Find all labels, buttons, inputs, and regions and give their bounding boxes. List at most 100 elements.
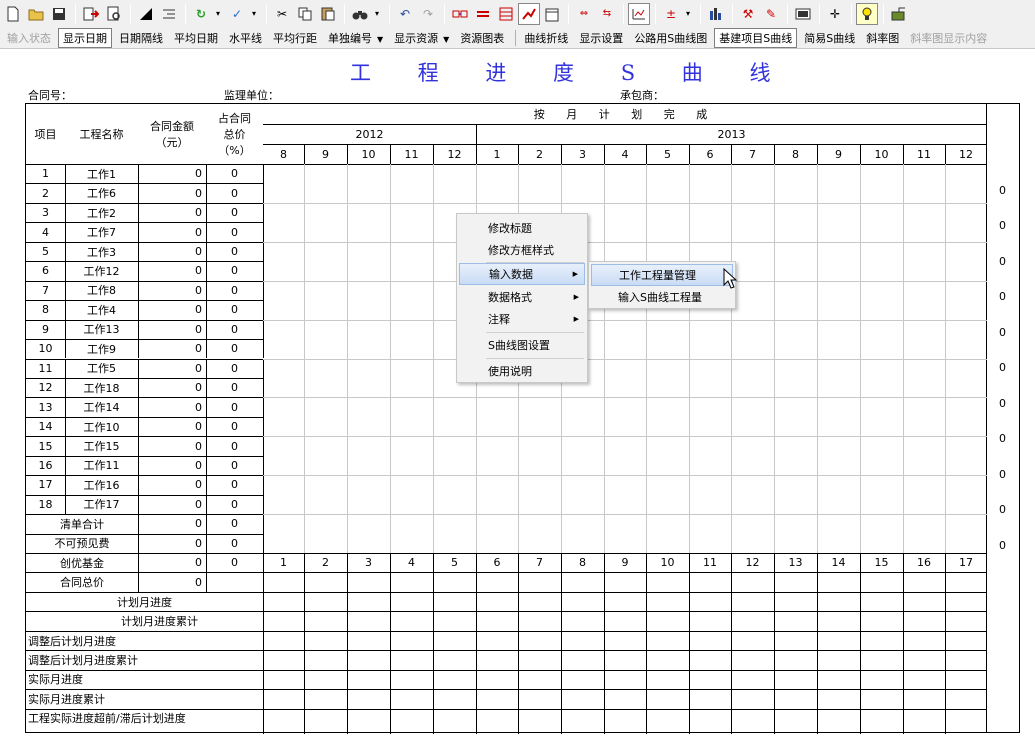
row-number[interactable]: 16 — [26, 456, 65, 475]
contract-amount[interactable]: 0 — [138, 359, 206, 378]
row-number[interactable]: 17 — [26, 475, 65, 494]
resource-chart-button[interactable]: 资源图表 — [456, 29, 508, 47]
percent-of-total[interactable]: 0 — [206, 339, 263, 358]
binoculars-icon[interactable] — [349, 3, 371, 25]
avg-date-button[interactable]: 平均日期 — [170, 29, 222, 47]
percent-of-total[interactable]: 0 — [206, 222, 263, 241]
percent-of-total[interactable]: 0 — [206, 495, 263, 514]
header-month[interactable]: 11 — [390, 144, 433, 164]
work-name[interactable]: 工作6 — [65, 183, 138, 202]
menu-annotation[interactable]: 注释 ▶ — [459, 308, 585, 330]
contract-amount[interactable]: 0 — [138, 339, 206, 358]
percent-of-total[interactable]: 0 — [206, 300, 263, 319]
export-icon[interactable] — [80, 3, 102, 25]
month-index[interactable]: 6 — [476, 553, 518, 572]
compass-icon[interactable]: ✛ — [824, 3, 846, 25]
row-number[interactable]: 5 — [26, 242, 65, 261]
triangle-tool-icon[interactable] — [135, 3, 157, 25]
minus-red-icon[interactable] — [472, 3, 494, 25]
progress-row-label[interactable]: 工程实际进度超前/滞后计划进度 — [26, 709, 263, 728]
contract-amount[interactable]: 0 — [138, 320, 206, 339]
curve-polyline-button[interactable]: 曲线折线 — [520, 29, 572, 47]
month-index[interactable]: 1 — [263, 553, 304, 572]
chart-check-icon[interactable] — [628, 2, 650, 25]
menu-edit-title[interactable]: 修改标题 — [459, 217, 585, 239]
month-index[interactable]: 7 — [518, 553, 561, 572]
percent-of-total[interactable]: 0 — [206, 203, 263, 222]
simple-s-curve-button[interactable]: 简易S曲线 — [800, 29, 859, 47]
chevron-down-icon[interactable]: ▾ — [372, 3, 382, 25]
month-index[interactable]: 11 — [689, 553, 731, 572]
indent-icon[interactable] — [158, 3, 180, 25]
menu-input-s-curve-qty[interactable]: 输入S曲线工程量 — [591, 286, 733, 308]
month-index[interactable]: 8 — [561, 553, 604, 572]
row-number[interactable]: 14 — [26, 417, 65, 436]
work-name[interactable]: 工作12 — [65, 261, 138, 280]
copy-icon[interactable] — [294, 3, 316, 25]
redo-icon[interactable]: ↷ — [417, 3, 439, 25]
contract-total-row-label[interactable]: 合同总价 — [26, 572, 138, 591]
progress-table[interactable]: 项目 工程名称 合同金额 （元） 占合同 总价 （%）按 月 计 划 完 成 2012 2013… — [25, 103, 987, 734]
month-index[interactable]: 9 — [604, 553, 646, 572]
contract-amount[interactable]: 0 — [138, 183, 206, 202]
row-number[interactable]: 12 — [26, 378, 65, 397]
menu-s-curve-settings[interactable]: S曲线图设置 — [459, 334, 585, 356]
row-number[interactable]: 2 — [26, 183, 65, 202]
header-month[interactable]: 1 — [476, 144, 518, 164]
individual-numbering-dropdown[interactable]: 单独编号 ▼ — [324, 29, 387, 47]
progress-row-label[interactable]: 计划月进度 — [26, 592, 263, 611]
header-month[interactable]: 8 — [263, 144, 304, 164]
pencil-chart-icon[interactable]: ✎ — [760, 3, 782, 25]
chevron-down-icon[interactable]: ▾ — [249, 3, 259, 25]
chevron-down-icon[interactable]: ▾ — [683, 3, 693, 25]
header-month[interactable]: 9 — [304, 144, 347, 164]
paste-icon[interactable] — [317, 3, 339, 25]
tools-icon[interactable]: ⚒ — [737, 3, 759, 25]
header-monthly-plan[interactable]: 按 月 计 划 完 成 — [263, 104, 987, 124]
contract-amount[interactable]: 0 — [138, 203, 206, 222]
unforeseen-row-label[interactable]: 不可预见费 — [26, 534, 138, 553]
show-resources-dropdown[interactable]: 显示资源 ▼ — [390, 29, 453, 47]
header-month[interactable]: 11 — [903, 144, 945, 164]
percent-of-total[interactable]: 0 — [206, 359, 263, 378]
percent-of-total[interactable]: 0 — [206, 281, 263, 300]
contract-amount[interactable]: 0 — [138, 417, 206, 436]
line-chart-icon[interactable] — [518, 2, 540, 25]
work-name[interactable]: 工作11 — [65, 456, 138, 475]
month-index[interactable]: 5 — [433, 553, 476, 572]
contract-amount[interactable]: 0 — [138, 475, 206, 494]
month-index[interactable]: 15 — [860, 553, 903, 572]
header-month[interactable]: 4 — [604, 144, 646, 164]
bill-total-row-amount[interactable]: 0 — [138, 514, 206, 533]
row-number[interactable]: 15 — [26, 436, 65, 455]
work-name[interactable]: 工作17 — [65, 495, 138, 514]
contract-amount[interactable]: 0 — [138, 456, 206, 475]
work-name[interactable]: 工作15 — [65, 436, 138, 455]
undo-icon[interactable]: ↶ — [394, 3, 416, 25]
link-icon[interactable] — [449, 3, 471, 25]
work-name[interactable]: 工作18 — [65, 378, 138, 397]
row-number[interactable]: 11 — [26, 359, 65, 378]
contract-amount[interactable]: 0 — [138, 164, 206, 183]
month-index[interactable]: 17 — [945, 553, 987, 572]
progress-row-label[interactable]: 调整后计划月进度累计 — [26, 650, 263, 669]
row-number[interactable]: 9 — [26, 320, 65, 339]
lightbulb-icon[interactable] — [856, 2, 878, 25]
header-month[interactable]: 5 — [646, 144, 689, 164]
work-name[interactable]: 工作3 — [65, 242, 138, 261]
header-year-2013[interactable]: 2013 — [476, 124, 987, 144]
work-name[interactable]: 工作7 — [65, 222, 138, 241]
contract-total-row-amount[interactable]: 0 — [138, 572, 206, 591]
calendar-icon[interactable] — [541, 3, 563, 25]
horizontal-line-button[interactable]: 水平线 — [225, 29, 266, 47]
row-number[interactable]: 13 — [26, 397, 65, 416]
contract-amount[interactable]: 0 — [138, 397, 206, 416]
row-number[interactable]: 6 — [26, 261, 65, 280]
page-title[interactable]: 工 程 进 度 S 曲 线 — [350, 57, 770, 87]
work-name[interactable]: 工作14 — [65, 397, 138, 416]
display-settings-button[interactable]: 显示设置 — [575, 29, 627, 47]
contract-amount[interactable]: 0 — [138, 495, 206, 514]
work-name[interactable]: 工作1 — [65, 164, 138, 183]
month-index[interactable]: 3 — [347, 553, 390, 572]
excellence-fund-row-percent[interactable]: 0 — [206, 553, 263, 572]
